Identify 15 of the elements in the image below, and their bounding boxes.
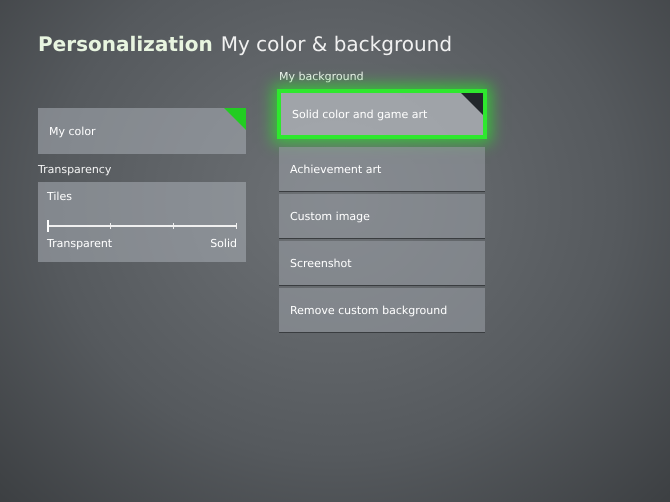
background-option[interactable]: Remove custom background	[279, 288, 485, 333]
background-option[interactable]: Custom image	[279, 194, 485, 239]
section-title: Personalization	[38, 32, 213, 56]
background-option[interactable]: Solid color and game art	[277, 89, 487, 139]
page-title: My color & background	[220, 32, 452, 56]
tiles-label: Tiles	[47, 190, 73, 203]
max-label: Solid	[210, 237, 237, 250]
min-label: Transparent	[47, 237, 112, 250]
transparency-heading: Transparency	[38, 163, 112, 176]
my-color-tile[interactable]: My color	[38, 108, 246, 154]
background-heading: My background	[279, 70, 365, 83]
selected-corner-icon	[461, 93, 483, 115]
background-option[interactable]: Screenshot	[279, 241, 485, 286]
transparency-slider[interactable]	[47, 220, 237, 232]
background-option[interactable]: Achievement art	[279, 147, 485, 192]
